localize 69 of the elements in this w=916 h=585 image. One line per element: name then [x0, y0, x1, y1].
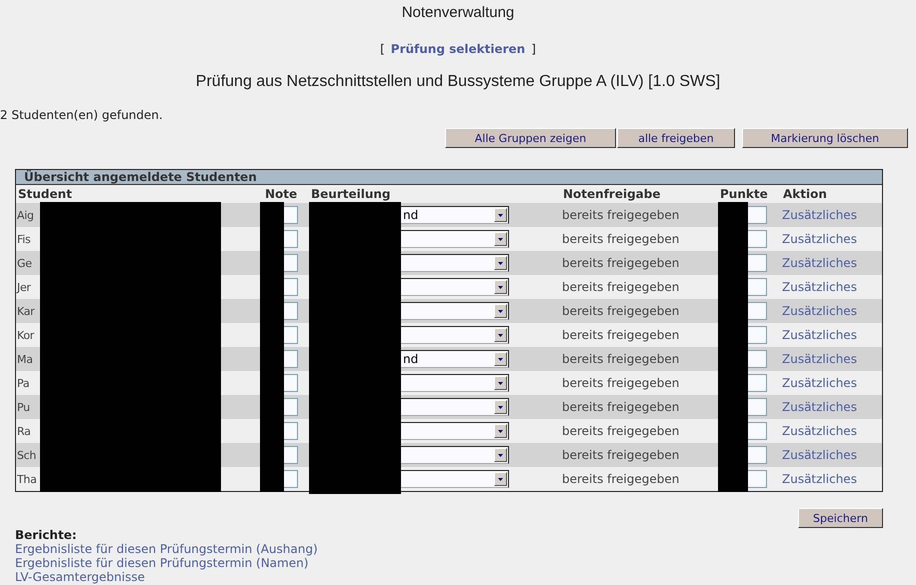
student-cell-text: Tha — [16, 472, 38, 486]
extra-link[interactable]: Zusätzliches — [782, 352, 857, 366]
column-header: Student — [17, 187, 73, 201]
student-cell-text: Pu — [16, 400, 31, 414]
extra-link[interactable]: Zusätzliches — [782, 280, 857, 294]
select-exam-link[interactable]: Prüfung selektieren — [390, 42, 526, 56]
extra-link[interactable]: Zusätzliches — [782, 256, 857, 270]
extra-link[interactable]: Zusätzliches — [782, 400, 857, 414]
dropdown-icon — [494, 352, 507, 366]
extra-link[interactable]: Zusätzliches — [782, 232, 857, 246]
student-cell-text: Fis — [16, 232, 32, 246]
exam-heading: Prüfung aus Netzschnittstellen und Bussysteme Gruppe A (ILV) [1.0 SWS] — [194, 73, 722, 92]
reports-heading: Berichte: — [15, 528, 78, 542]
toolbar-button[interactable]: Alle Gruppen zeigen — [445, 128, 616, 148]
dropdown-icon — [494, 400, 507, 414]
extra-link[interactable]: Zusätzliches — [782, 376, 857, 390]
report-link[interactable]: Ergebnisliste für diesen Prüfungstermin (Aushang) — [15, 542, 916, 556]
extra-link[interactable]: Zusätzliches — [782, 304, 857, 318]
bracket: ] — [531, 42, 536, 56]
dropdown-icon — [494, 448, 507, 462]
report-link[interactable]: Ergebnisliste für diesen Prüfungstermin (Namen) — [15, 556, 916, 570]
column-header: Notenfreigabe — [562, 187, 662, 201]
dropdown-icon — [494, 424, 507, 438]
dropdown-icon — [494, 232, 507, 246]
release-cell-text: bereits freigegeben — [561, 256, 680, 270]
student-cell-text: Kar — [16, 304, 36, 318]
extra-link[interactable]: Zusätzliches — [782, 328, 857, 342]
save-button[interactable]: Speichern — [798, 508, 883, 528]
student-cell-text: Sch — [16, 448, 38, 462]
column-header: Aktion — [782, 187, 828, 201]
dropdown-icon — [494, 256, 507, 270]
release-cell-text: bereits freigegeben — [561, 304, 680, 318]
student-cell-text: Pa — [16, 376, 30, 390]
release-cell-text: bereits freigegeben — [561, 376, 680, 390]
release-cell-text: bereits freigegeben — [561, 448, 680, 462]
student-cell-text: Aig — [16, 208, 35, 222]
release-cell-text: bereits freigegeben — [561, 208, 680, 222]
column-header: Beurteilung — [310, 187, 392, 201]
result-count: 2 Studenten(en) gefunden. — [0, 108, 164, 124]
dropdown-icon — [494, 208, 507, 222]
dropdown-icon — [494, 328, 507, 342]
student-cell-text: Ra — [16, 424, 32, 438]
student-cell-text: Ma — [16, 352, 34, 366]
release-cell-text: bereits freigegeben — [561, 280, 680, 294]
student-cell-text: Jer — [16, 280, 32, 294]
toolbar-button[interactable]: alle freigeben — [617, 128, 735, 148]
release-cell-text: bereits freigegeben — [561, 472, 680, 486]
release-cell-text: bereits freigegeben — [561, 352, 680, 366]
table-caption: Übersicht angemeldete Studenten — [16, 170, 882, 185]
dropdown-icon — [494, 376, 507, 390]
student-cell-text: Kor — [16, 328, 36, 342]
report-link[interactable]: LV-Gesamtergebnisse — [15, 570, 916, 584]
dropdown-icon — [494, 304, 507, 318]
page-title: Notenverwaltung — [400, 3, 516, 23]
release-cell-text: bereits freigegeben — [561, 400, 680, 414]
dropdown-icon — [494, 280, 507, 294]
release-cell-text: bereits freigegeben — [561, 232, 680, 246]
bracket: [ — [380, 42, 385, 56]
column-header: Punkte — [719, 187, 769, 201]
release-cell-text: bereits freigegeben — [561, 328, 680, 342]
extra-link[interactable]: Zusätzliches — [782, 472, 857, 486]
column-header: Note — [264, 187, 298, 201]
toolbar-button[interactable]: Markierung löschen — [742, 128, 908, 148]
release-cell-text: bereits freigegeben — [561, 424, 680, 438]
extra-link[interactable]: Zusätzliches — [782, 424, 857, 438]
student-cell-text: Ge — [16, 256, 33, 270]
extra-link[interactable]: Zusätzliches — [782, 208, 857, 222]
dropdown-icon — [494, 472, 507, 486]
extra-link[interactable]: Zusätzliches — [782, 448, 857, 462]
